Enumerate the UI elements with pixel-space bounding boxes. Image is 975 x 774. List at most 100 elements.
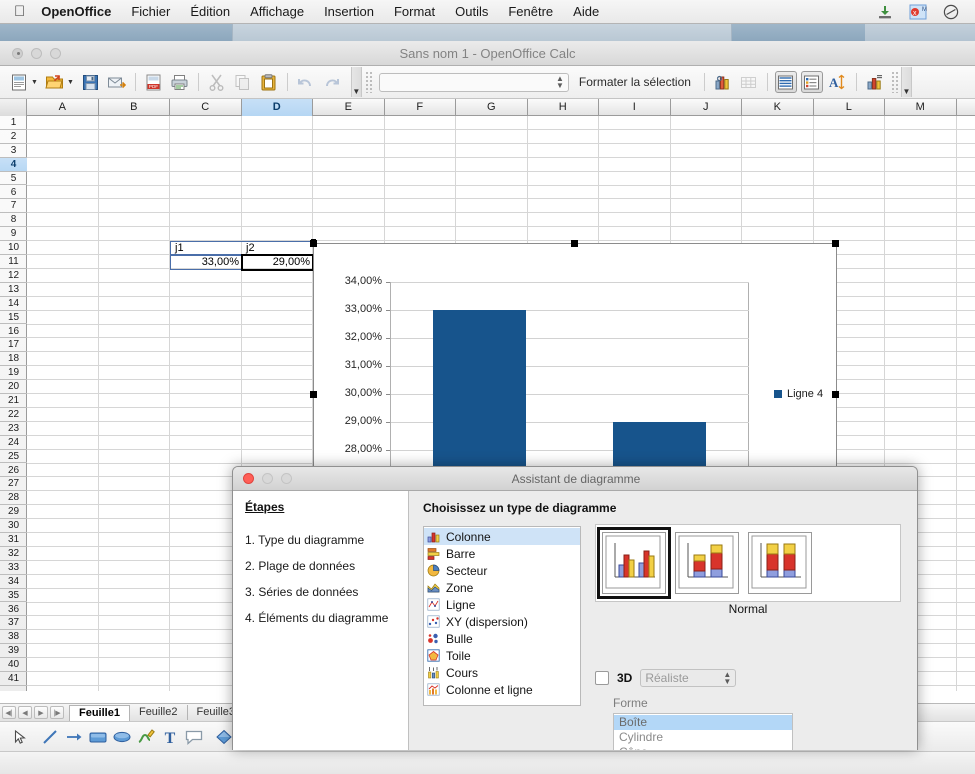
chart-legend[interactable]: Ligne 4: [774, 388, 823, 400]
row-header-5[interactable]: 5: [0, 172, 27, 186]
first-sheet-icon[interactable]: ◀|: [2, 706, 16, 719]
subtype-normal[interactable]: [597, 527, 671, 599]
row-header-11[interactable]: 11: [0, 255, 27, 269]
forme-item-c-ne[interactable]: Cône: [614, 745, 792, 750]
row-header-37[interactable]: 37: [0, 616, 27, 631]
column-header-m[interactable]: M: [885, 99, 957, 116]
row-header-33[interactable]: 33: [0, 561, 27, 575]
row-header-6[interactable]: 6: [0, 186, 27, 200]
menu-item-format[interactable]: Format: [394, 4, 435, 19]
toolbar-overflow-button-2[interactable]: ▼: [900, 67, 912, 97]
dialog-title-bar[interactable]: Assistant de diagramme: [233, 467, 917, 491]
export-pdf-icon[interactable]: PDF: [143, 71, 165, 93]
chart-element-select[interactable]: ▲ ▼: [378, 72, 569, 92]
row-header-19[interactable]: 19: [0, 366, 27, 381]
cell-c3[interactable]: j1: [172, 242, 187, 255]
menu-item-fenetre[interactable]: Fenêtre: [508, 4, 553, 19]
chart-type-icon[interactable]: [712, 71, 734, 93]
row-header-35[interactable]: 35: [0, 589, 27, 603]
line-icon[interactable]: [38, 725, 62, 749]
print-icon[interactable]: [169, 71, 191, 93]
select-all-corner[interactable]: [0, 99, 27, 116]
row-header-23[interactable]: 23: [0, 422, 27, 436]
row-header-16[interactable]: 16: [0, 325, 27, 339]
row-header-18[interactable]: 18: [0, 352, 27, 367]
row-header-22[interactable]: 22: [0, 408, 27, 422]
cell-d4[interactable]: 29,00%: [241, 256, 313, 269]
menu-item-edition[interactable]: Édition: [190, 4, 230, 19]
chart-type-item-xy-dispersion[interactable]: XY (dispersion): [424, 613, 580, 630]
freeform-line-icon[interactable]: [134, 725, 158, 749]
row-header-3[interactable]: 3: [0, 144, 27, 158]
chart-type-item-colonne[interactable]: Colonne: [424, 528, 580, 545]
wizard-step-4[interactable]: 4. Éléments du diagramme: [245, 611, 396, 625]
row-header-39[interactable]: 39: [0, 644, 27, 659]
column-header-k[interactable]: K: [742, 99, 814, 116]
wizard-step-2[interactable]: 2. Plage de données: [245, 559, 396, 573]
ellipse-icon[interactable]: [110, 725, 134, 749]
column-header-h[interactable]: H: [528, 99, 599, 116]
chart-type-item-secteur[interactable]: Secteur: [424, 562, 580, 579]
row-header-25[interactable]: 25: [0, 450, 27, 464]
row-header-30[interactable]: 30: [0, 519, 27, 533]
menu-item-fichier[interactable]: Fichier: [131, 4, 170, 19]
row-header-28[interactable]: 28: [0, 491, 27, 506]
column-header-j[interactable]: J: [671, 99, 742, 116]
row-header-20[interactable]: 20: [0, 380, 27, 394]
do-not-disturb-icon[interactable]: [943, 4, 959, 20]
open-folder-dropdown-caret[interactable]: ▼: [67, 79, 74, 86]
format-selection-label[interactable]: Formater la sélection: [579, 75, 691, 89]
row-header-40[interactable]: 40: [0, 658, 27, 672]
row-header-7[interactable]: 7: [0, 199, 27, 214]
chart-handle-middle-left[interactable]: [310, 391, 317, 398]
callout-icon[interactable]: [182, 725, 206, 749]
row-header-27[interactable]: 27: [0, 477, 27, 492]
toolbar-grip[interactable]: [364, 71, 372, 93]
chart-type-list[interactable]: Colonne Barre Secteur Zone Ligne XY (dispersi…: [423, 526, 581, 706]
chart-type-item-cours[interactable]: Cours: [424, 664, 580, 681]
wizard-step-3[interactable]: 3. Séries de données: [245, 585, 396, 599]
row-header-2[interactable]: 2: [0, 130, 27, 144]
row-header-8[interactable]: 8: [0, 213, 27, 228]
row-header-41[interactable]: 41: [0, 672, 27, 686]
row-header-38[interactable]: 38: [0, 630, 27, 645]
select-arrow-icon[interactable]: [8, 725, 32, 749]
wizard-step-1[interactable]: 1. Type du diagramme: [245, 533, 396, 547]
column-header-l[interactable]: L: [814, 99, 885, 116]
new-document-dropdown-caret[interactable]: ▼: [31, 79, 38, 86]
row-header-34[interactable]: 34: [0, 575, 27, 589]
chart-type-item-toile[interactable]: Toile: [424, 647, 580, 664]
menu-item-aide[interactable]: Aide: [573, 4, 599, 19]
subtype-percent-stacked[interactable]: [748, 532, 812, 594]
sheet-tab-feuille2[interactable]: Feuille2: [128, 705, 188, 720]
arrow-icon[interactable]: [62, 725, 86, 749]
column-header-i[interactable]: I: [599, 99, 671, 116]
column-header-c[interactable]: C: [170, 99, 242, 116]
row-header-29[interactable]: 29: [0, 505, 27, 520]
chart-handle-top-center[interactable]: [571, 240, 578, 247]
menu-item-insertion[interactable]: Insertion: [324, 4, 374, 19]
email-document-icon[interactable]: [106, 71, 128, 93]
column-header-f[interactable]: F: [385, 99, 456, 116]
chart-handle-top-right[interactable]: [832, 240, 839, 247]
forme-item-cylindre[interactable]: Cylindre: [614, 730, 792, 745]
next-sheet-icon[interactable]: ▶: [34, 706, 48, 719]
last-sheet-icon[interactable]: |▶: [50, 706, 64, 719]
row-header-13[interactable]: 13: [0, 283, 27, 297]
chart-element-icon[interactable]: [864, 71, 886, 93]
chart-subtype-gallery[interactable]: [595, 524, 901, 602]
save-icon[interactable]: [80, 71, 102, 93]
row-header-32[interactable]: 32: [0, 547, 27, 561]
open-folder-icon[interactable]: [44, 71, 66, 93]
window-title-bar[interactable]: Sans nom 1 - OpenOffice Calc: [0, 41, 975, 66]
column-header-b[interactable]: B: [99, 99, 170, 116]
subtype-stacked[interactable]: [675, 532, 739, 594]
menu-item-openoffice[interactable]: OpenOffice: [41, 4, 111, 19]
row-header-21[interactable]: 21: [0, 394, 27, 408]
row-header-31[interactable]: 31: [0, 533, 27, 547]
chart-wizard-dialog[interactable]: Assistant de diagramme Étapes 1. Type du…: [232, 466, 918, 750]
toolbar-overflow-button[interactable]: ▼: [350, 67, 362, 97]
row-header-17[interactable]: 17: [0, 338, 27, 353]
column-header-g[interactable]: G: [456, 99, 528, 116]
legend-onoff-icon[interactable]: [800, 71, 823, 93]
